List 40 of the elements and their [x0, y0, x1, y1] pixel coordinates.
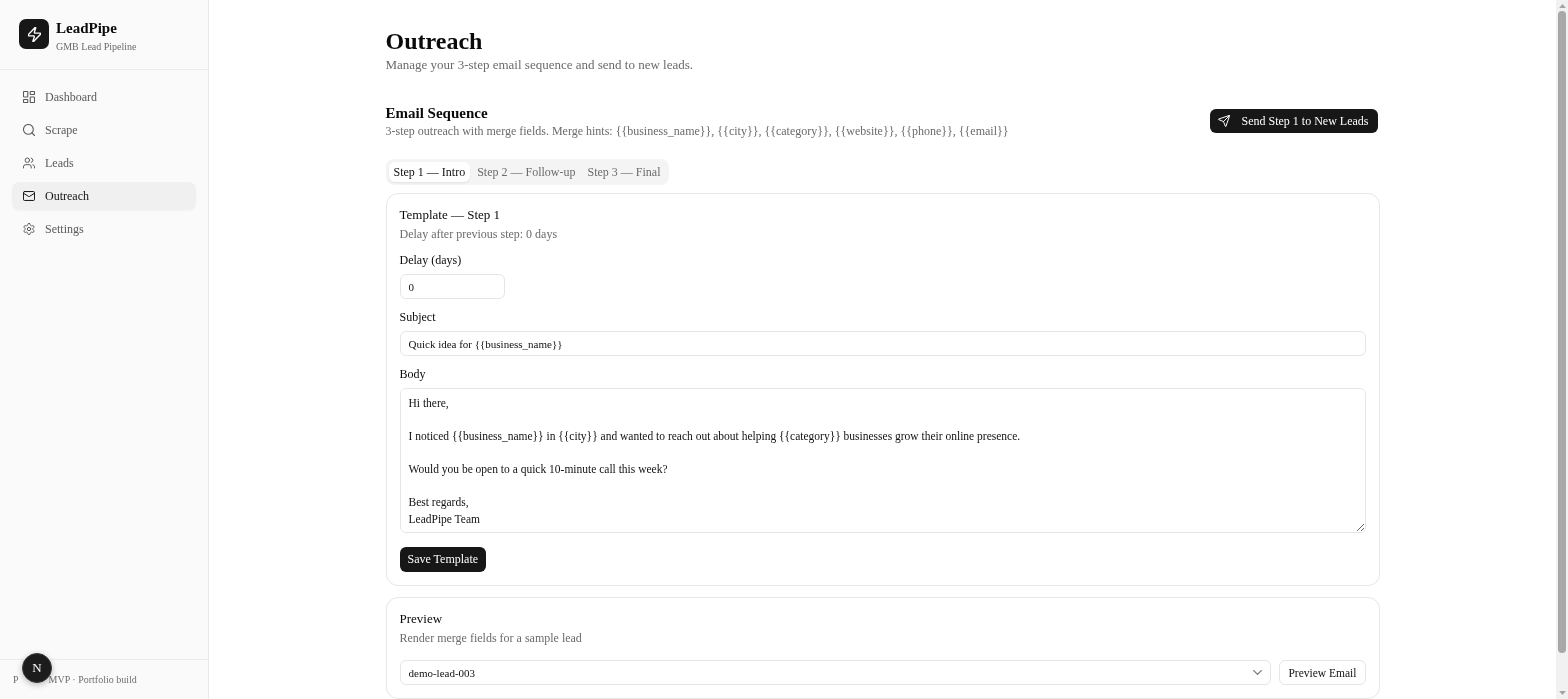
step-tab[interactable]: Step 3 — Final — [582, 162, 666, 182]
save-template-button[interactable]: Save Template — [399, 547, 487, 572]
text-field[interactable]: Quick idea for {{business_name}} — [399, 331, 1366, 356]
app-tagline: GMB Lead Pipeline — [56, 40, 137, 53]
scrollbar-thumb[interactable] — [1558, 11, 1566, 653]
step-tab[interactable]: Step 1 — Intro — [388, 162, 471, 182]
paper-plane-icon — [1217, 115, 1230, 127]
field-label: Body — [399, 367, 426, 382]
page-subtitle: Manage your 3-step email sequence and send to new leads. — [385, 57, 695, 73]
number-field[interactable]: 0 — [399, 274, 505, 299]
nav-item[interactable]: Leads — [12, 149, 196, 177]
text-area-field[interactable]: Hi there, I noticed {{business_name}} in {{city}} and wanted to reach out about helping {{category}} businesses grow their online presence. Would you be open to a quick 10-minute call this week? Best regards, LeadPipe Team — [399, 388, 1366, 533]
envelope-icon — [23, 190, 35, 202]
down-arrow-icon — [1558, 691, 1566, 695]
nav-item[interactable]: Outreach — [12, 182, 196, 210]
lead-select[interactable]: demo-lead-003 — [399, 660, 1272, 685]
send-button[interactable]: Send Step 1 to New Leads — [1209, 109, 1378, 133]
lightning-icon — [27, 26, 41, 42]
section-title: Email Sequence — [385, 104, 489, 122]
nav-item[interactable]: Settings — [12, 215, 196, 243]
search-icon — [23, 124, 35, 136]
field-label: Delay (days) — [399, 253, 462, 268]
chevron-icon — [1253, 670, 1263, 675]
nav-item[interactable]: Dashboard — [12, 83, 196, 111]
field-label: Subject — [399, 310, 436, 325]
up-arrow-icon — [1558, 4, 1566, 8]
step-tab[interactable]: Step 2 — Follow-up — [472, 162, 581, 182]
merge-hint-text: 3-step outreach with merge fields. Merge hints: {{business_name}}, {{city}}, {{category}}, {{website}}, {{phone}}, {{email}} — [385, 124, 1009, 139]
card-title: Preview — [399, 611, 444, 627]
card-description: Render merge fields for a sample lead — [399, 631, 583, 646]
settings-icon — [23, 223, 35, 235]
nav-item[interactable]: Scrape — [12, 116, 196, 144]
card-title: Template — Step 1 — [399, 207, 502, 223]
grid-icon — [23, 91, 35, 103]
app-name: LeadPipe — [56, 20, 118, 37]
preview-email-button[interactable]: Preview Email — [1279, 660, 1366, 685]
footer-text: P — [13, 674, 19, 685]
page-title: Outreach — [385, 28, 484, 54]
card-description: Delay after previous step: 0 days — [399, 227, 559, 242]
people-icon — [23, 157, 35, 169]
